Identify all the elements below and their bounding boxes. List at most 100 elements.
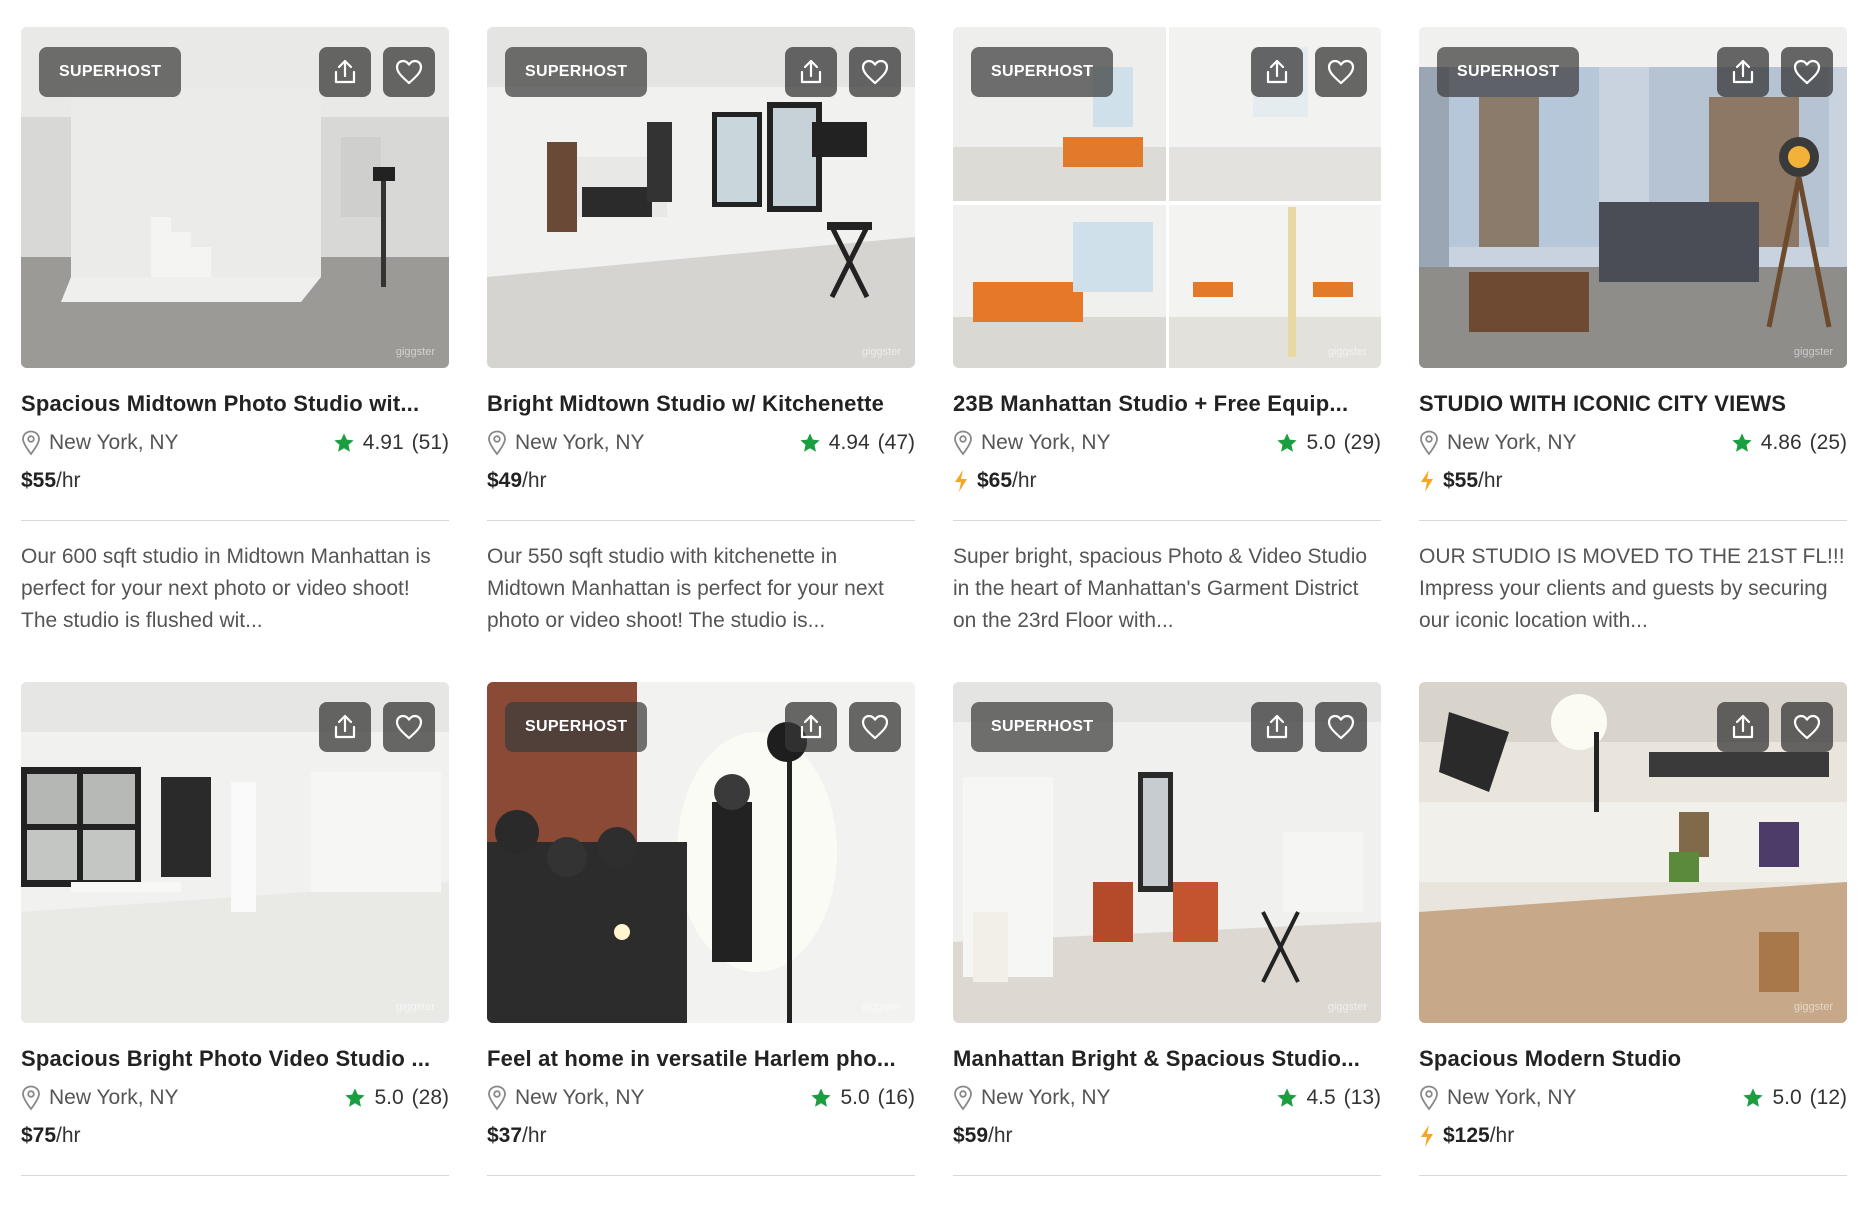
listing-card[interactable]: SUPERHOST giggster 23B Manhattan Studio … xyxy=(953,27,1381,682)
listing-photo[interactable]: SUPERHOST giggster xyxy=(487,682,915,1023)
location-text: New York, NY xyxy=(981,1086,1111,1109)
review-count: (12) xyxy=(1809,1086,1847,1109)
listing-card[interactable]: giggster Spacious Bright Photo Video Stu… xyxy=(21,682,449,1212)
listing-card[interactable]: SUPERHOST giggster Spacious Midtown Phot… xyxy=(21,27,449,682)
listing-location: New York, NY xyxy=(487,430,645,456)
listing-title[interactable]: Spacious Modern Studio xyxy=(1419,1045,1847,1073)
favorite-button[interactable] xyxy=(383,47,435,97)
listing-card[interactable]: SUPERHOST giggster Manhattan Bright & Sp… xyxy=(953,682,1381,1212)
heart-icon xyxy=(395,714,423,740)
listing-price: $125/hr xyxy=(1419,1121,1847,1151)
listing-photo[interactable]: SUPERHOST giggster xyxy=(21,27,449,368)
lightning-icon xyxy=(955,470,967,492)
superhost-badge: SUPERHOST xyxy=(971,702,1114,752)
divider xyxy=(953,1175,1381,1176)
share-button[interactable] xyxy=(1717,702,1769,752)
review-count: (25) xyxy=(1809,431,1847,454)
listing-card[interactable]: SUPERHOST giggster Feel at home in versa… xyxy=(487,682,915,1212)
price-unit: /hr xyxy=(988,1124,1013,1147)
listing-location: New York, NY xyxy=(487,1085,645,1111)
favorite-button[interactable] xyxy=(849,702,901,752)
share-icon xyxy=(334,714,356,739)
share-button[interactable] xyxy=(1717,47,1769,97)
listing-photo[interactable]: SUPERHOST giggster xyxy=(487,27,915,368)
share-button[interactable] xyxy=(1251,47,1303,97)
share-button[interactable] xyxy=(1251,702,1303,752)
map-pin-icon xyxy=(1420,1085,1438,1111)
listing-price: $37/hr xyxy=(487,1121,915,1151)
share-icon xyxy=(800,714,822,739)
favorite-button[interactable] xyxy=(1781,702,1833,752)
favorite-button[interactable] xyxy=(1315,702,1367,752)
star-icon xyxy=(800,433,820,452)
price-value: $125 xyxy=(1443,1124,1490,1147)
superhost-badge: SUPERHOST xyxy=(1437,47,1580,97)
price-value: $55 xyxy=(21,469,57,492)
listing-description: OUR STUDIO IS MOVED TO THE 21ST FL!!! Im… xyxy=(1419,545,1845,632)
map-pin-icon xyxy=(22,430,40,456)
divider xyxy=(487,1175,915,1176)
listing-location: New York, NY xyxy=(1419,1085,1577,1111)
listing-card[interactable]: SUPERHOST giggster Bright Midtown Studio… xyxy=(487,27,915,682)
listing-location: New York, NY xyxy=(953,1085,1111,1111)
listing-title[interactable]: 23B Manhattan Studio + Free Equip... xyxy=(953,390,1381,418)
share-icon xyxy=(1266,59,1288,84)
map-pin-icon xyxy=(488,430,506,456)
share-icon xyxy=(1732,59,1754,84)
listing-photo[interactable]: SUPERHOST giggster xyxy=(953,27,1381,368)
listing-photo[interactable]: SUPERHOST giggster xyxy=(953,682,1381,1023)
superhost-badge: SUPERHOST xyxy=(39,47,182,97)
review-count: (47) xyxy=(877,431,915,454)
listing-card[interactable]: SUPERHOST giggster STUDIO WITH ICONIC CI… xyxy=(1419,27,1847,682)
price-value: $65 xyxy=(977,469,1013,492)
share-icon xyxy=(334,59,356,84)
share-button[interactable] xyxy=(785,47,837,97)
divider xyxy=(953,520,1381,521)
favorite-button[interactable] xyxy=(1315,47,1367,97)
listing-photo[interactable]: giggster xyxy=(21,682,449,1023)
favorite-button[interactable] xyxy=(849,47,901,97)
listing-price: $59/hr xyxy=(953,1121,1381,1151)
listing-title[interactable]: Bright Midtown Studio w/ Kitchenette xyxy=(487,390,915,418)
listing-title[interactable]: Feel at home in versatile Harlem pho... xyxy=(487,1045,915,1073)
rating-value: 4.91 xyxy=(362,431,404,454)
listing-location: New York, NY xyxy=(1419,430,1577,456)
favorite-button[interactable] xyxy=(383,702,435,752)
map-pin-icon xyxy=(954,1085,972,1111)
price-unit: /hr xyxy=(56,469,81,492)
watermark: giggster xyxy=(861,1001,901,1013)
map-pin-icon xyxy=(488,1085,506,1111)
listing-title[interactable]: STUDIO WITH ICONIC CITY VIEWS xyxy=(1419,390,1847,418)
listing-title[interactable]: Spacious Midtown Photo Studio wit... xyxy=(21,390,449,418)
star-icon xyxy=(1277,1088,1298,1107)
star-icon xyxy=(345,1088,366,1107)
map-pin-icon xyxy=(1420,430,1438,456)
watermark: giggster xyxy=(1793,346,1833,358)
star-icon xyxy=(811,1088,832,1107)
price-unit: /hr xyxy=(1489,1124,1515,1147)
listing-photo[interactable]: SUPERHOST giggster xyxy=(1419,27,1847,368)
price-unit: /hr xyxy=(522,469,547,492)
share-button[interactable] xyxy=(319,47,371,97)
listing-title[interactable]: Spacious Bright Photo Video Studio ... xyxy=(21,1045,449,1073)
share-button[interactable] xyxy=(785,702,837,752)
review-count: (29) xyxy=(1343,431,1381,454)
star-icon xyxy=(1732,433,1752,452)
heart-icon xyxy=(1327,714,1355,740)
share-icon xyxy=(1732,714,1754,739)
favorite-button[interactable] xyxy=(1781,47,1833,97)
superhost-badge: SUPERHOST xyxy=(971,47,1114,97)
listing-card[interactable]: giggster Spacious Modern Studio New York… xyxy=(1419,682,1847,1212)
listing-rating: 5.0 (29) xyxy=(1276,431,1381,455)
review-count: (51) xyxy=(411,431,449,454)
review-count: (28) xyxy=(411,1086,449,1109)
watermark: giggster xyxy=(1327,346,1367,358)
listing-photo[interactable]: giggster xyxy=(1419,682,1847,1023)
share-icon xyxy=(1266,714,1288,739)
review-count: (16) xyxy=(877,1086,915,1109)
share-button[interactable] xyxy=(319,702,371,752)
listing-location: New York, NY xyxy=(21,430,179,456)
listing-location: New York, NY xyxy=(21,1085,179,1111)
listing-title[interactable]: Manhattan Bright & Spacious Studio... xyxy=(953,1045,1381,1073)
heart-icon xyxy=(395,59,423,85)
